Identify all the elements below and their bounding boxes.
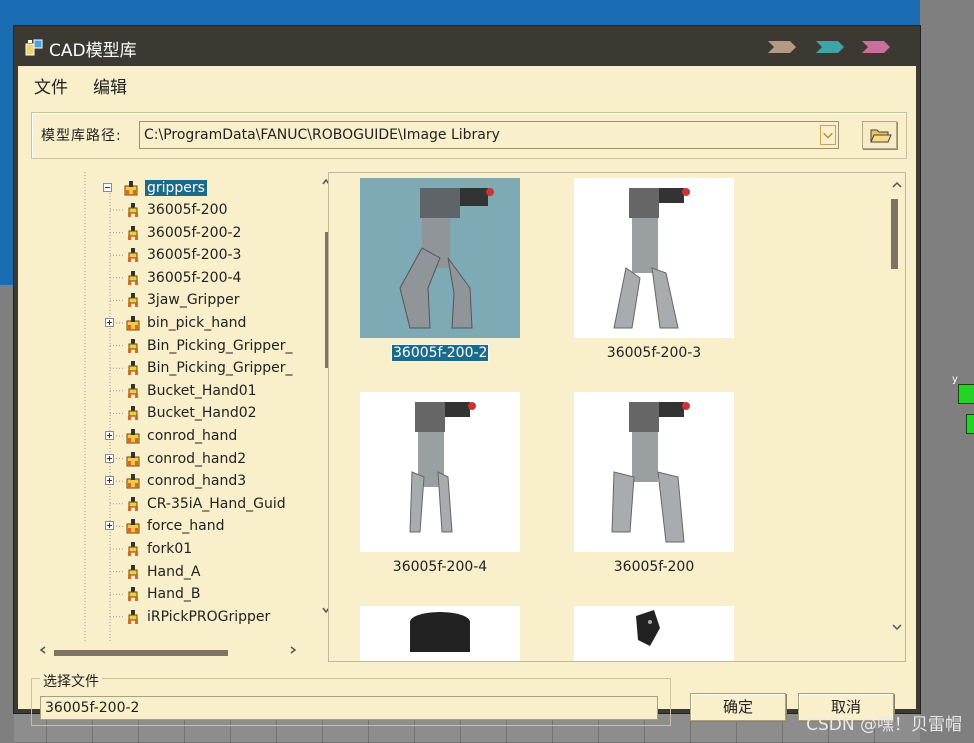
close-button[interactable] [862, 41, 890, 53]
tree-node-label: 36005f-200 [147, 202, 228, 218]
tree-node-label: conrod_hand [147, 428, 238, 444]
model-caption[interactable]: 36005f-200 [564, 559, 744, 575]
menu-edit[interactable]: 编辑 [93, 73, 127, 98]
tree-node-label: force_hand [147, 518, 225, 535]
model-caption[interactable]: 36005f-200-2 [390, 344, 490, 362]
gripper-icon [128, 361, 138, 376]
model-thumbnail[interactable] [360, 178, 520, 338]
expand-icon[interactable] [105, 521, 114, 531]
viewport-floor-left [0, 285, 14, 743]
tree-node-label: iRPickPROGripper [147, 608, 271, 625]
tree-node-label: 36005f-200-4 [147, 269, 242, 286]
tree-node-label: CR-35iA_Hand_Guid [147, 495, 286, 512]
tree-node-label: Hand_A [147, 563, 201, 580]
gripper-folder-icon [126, 519, 140, 534]
gripper-icon [128, 225, 138, 240]
gallery-scroll-thumb[interactable] [891, 199, 898, 269]
gripper-icon [128, 587, 138, 602]
model-thumbnail[interactable] [360, 606, 520, 661]
tree-node-label: conrod_hand3 [147, 473, 247, 490]
gripper-folder-icon [124, 181, 138, 196]
green-part [958, 384, 974, 404]
gripper-folder-icon [126, 316, 140, 331]
gripper-preview-image [613, 188, 690, 329]
tree-node-label: 3jaw_Gripper [147, 292, 240, 309]
model-preview-image [410, 612, 470, 652]
tree-node-label: conrod_hand2 [147, 450, 247, 467]
dialog-body: 文件 编辑 模型库路径: C:\ProgramData\FANUC\ROBOGU… [18, 66, 916, 726]
cad-library-dialog: CAD模型库 文件 编辑 模型库路径: C:\ProgramData\FANUC… [14, 26, 920, 726]
expand-icon[interactable] [105, 318, 114, 327]
selected-file-input[interactable] [40, 696, 658, 720]
model-gallery[interactable]: 36005f-200-2 36005f-200-3 36005f-200-4 3… [328, 172, 906, 662]
folder-icon [870, 129, 892, 143]
model-thumbnail[interactable] [574, 392, 734, 552]
menu-file[interactable]: 文件 [34, 73, 68, 98]
gripper-icon [128, 270, 138, 285]
browse-folder-button[interactable] [862, 121, 897, 149]
menu-bar: 文件 编辑 [18, 66, 916, 98]
tree-hscroll-thumb[interactable] [54, 650, 228, 656]
gripper-icon [128, 564, 138, 579]
ok-button[interactable]: 确定 [690, 693, 786, 721]
library-path-combo[interactable]: C:\ProgramData\FANUC\ROBOGUIDE\Image Lib… [139, 121, 839, 149]
gripper-folder-icon [126, 451, 140, 467]
gripper-folder-icon [126, 429, 140, 444]
model-preview-image [636, 610, 660, 646]
model-thumbnail[interactable] [360, 392, 520, 552]
gripper-preview-image [611, 402, 690, 543]
minimize-button[interactable] [768, 41, 796, 53]
gripper-icon [128, 542, 138, 556]
gripper-icon [128, 406, 138, 421]
gripper-preview-image [399, 188, 494, 329]
tree-node-label: fork01 [147, 541, 193, 557]
watermark: CSDN @嘿！贝雷帽 [806, 715, 962, 735]
title-bar: CAD模型库 [14, 26, 920, 66]
tree-node-label: 36005f-200-3 [147, 247, 242, 264]
gripper-icon [128, 609, 138, 624]
gripper-folder-icon [126, 474, 140, 489]
library-path-value: C:\ProgramData\FANUC\ROBOGUIDE\Image Lib… [144, 127, 500, 143]
model-thumbnail[interactable] [574, 178, 734, 338]
collapse-icon[interactable] [103, 183, 112, 192]
tree-node-label: Bucket_Hand02 [147, 405, 257, 422]
tree-node-label: Bin_Picking_Gripper_ [147, 337, 293, 354]
chevron-down-icon[interactable] [820, 125, 836, 145]
gripper-icon [128, 293, 138, 308]
gripper-icon [128, 203, 138, 217]
gripper-icon [128, 338, 138, 353]
tree-node-label: Hand_B [147, 586, 201, 603]
expand-icon[interactable] [105, 453, 114, 463]
app-icon [25, 39, 43, 56]
expand-icon[interactable] [105, 476, 114, 486]
gripper-icon [128, 496, 138, 511]
tree-node-label: grippers [145, 180, 207, 196]
gripper-icon [128, 383, 138, 398]
tree-node-label: Bucket_Hand01 [147, 382, 257, 399]
expand-icon[interactable] [105, 431, 114, 440]
selected-file-label: 选择文件 [40, 671, 102, 691]
tree-node-label: 36005f-200-2 [147, 224, 242, 241]
gripper-preview-image [409, 402, 476, 533]
green-part-2 [966, 414, 974, 434]
model-thumbnail[interactable] [574, 606, 734, 661]
model-caption[interactable]: 36005f-200-3 [564, 345, 744, 361]
viewport-floor-right [920, 0, 974, 743]
model-caption[interactable]: 36005f-200-4 [350, 559, 530, 575]
gripper-icon [128, 248, 138, 263]
library-path-label: 模型库路径: [41, 128, 122, 144]
library-path-group: 模型库路径: C:\ProgramData\FANUC\ROBOGUIDE\Im… [31, 112, 907, 159]
maximize-button[interactable] [816, 41, 844, 53]
tree-node-label: Bin_Picking_Gripper_ [147, 360, 293, 377]
model-tree[interactable]: grippers 36005f-200 36005f-200-2 36005f-20… [39, 172, 331, 642]
tree-node-label: bin_pick_hand [147, 315, 247, 331]
window-title: CAD模型库 [49, 41, 137, 61]
